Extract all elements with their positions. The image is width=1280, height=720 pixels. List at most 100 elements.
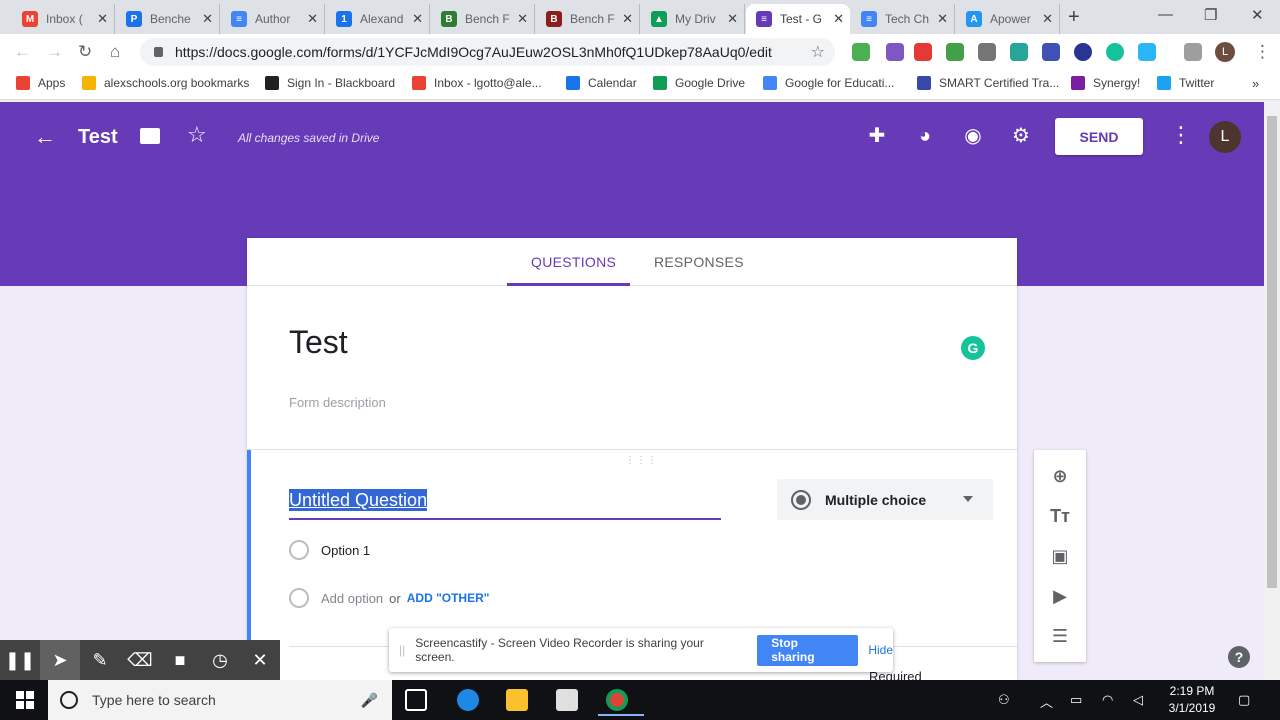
grip-icon[interactable]: ||: [399, 643, 405, 657]
page-scrollbar[interactable]: [1264, 102, 1280, 680]
browser-tab-active[interactable]: ≡ Test - G ✕: [746, 4, 850, 34]
star-icon[interactable]: ☆: [187, 122, 207, 148]
tray-overflow-icon[interactable]: ︿: [1040, 692, 1053, 711]
system-clock[interactable]: 2:19 PM 3/1/2019: [1166, 683, 1218, 717]
doc-title[interactable]: Test: [78, 126, 118, 149]
bookmark-synergy[interactable]: Synergy!: [1071, 76, 1140, 90]
browser-menu-icon[interactable]: ⋮: [1254, 42, 1271, 62]
microphone-icon[interactable]: 🎤: [361, 692, 378, 709]
bookmarks-overflow-icon[interactable]: »: [1252, 76, 1259, 91]
profile-avatar[interactable]: L: [1215, 42, 1235, 62]
browser-tab-3[interactable]: ≡ Author ✕: [221, 4, 325, 34]
extension-icon[interactable]: [1010, 43, 1028, 61]
browser-tab-6[interactable]: B Bench F ✕: [536, 4, 640, 34]
timer-icon[interactable]: ◷: [200, 640, 240, 680]
extension-icon[interactable]: [914, 43, 932, 61]
extension-icon[interactable]: [1074, 43, 1092, 61]
restore-icon[interactable]: ❐: [1204, 6, 1217, 24]
home-icon[interactable]: ⌂: [110, 42, 120, 62]
store-icon[interactable]: [556, 689, 578, 711]
tab-responses[interactable]: RESPONSES: [654, 254, 744, 270]
send-button[interactable]: SEND: [1055, 118, 1143, 155]
close-icon[interactable]: ✕: [307, 11, 318, 27]
bookmark-inbox[interactable]: Inbox - lgotto@ale...: [412, 76, 542, 90]
window-close-icon[interactable]: ✕: [1251, 6, 1264, 24]
browser-tab-4[interactable]: 1 Alexand ✕: [326, 4, 430, 34]
bookmark-drive[interactable]: Google Drive: [653, 76, 745, 90]
form-title[interactable]: Test: [289, 324, 348, 361]
bookmark-star-icon[interactable]: ☆: [811, 42, 825, 62]
browser-tab-7[interactable]: ▲ My Driv ✕: [641, 4, 745, 34]
add-other-link[interactable]: ADD "OTHER": [407, 591, 490, 605]
option-label[interactable]: Option 1: [321, 543, 370, 558]
chrome-icon[interactable]: [598, 689, 644, 716]
close-icon[interactable]: ✕: [833, 11, 844, 27]
add-video-icon[interactable]: ▶: [1048, 584, 1072, 608]
folder-icon[interactable]: [140, 128, 160, 144]
tab-questions[interactable]: QUESTIONS: [531, 254, 616, 270]
volume-icon[interactable]: ◁: [1133, 692, 1143, 708]
windows-start-icon[interactable]: [16, 691, 34, 709]
cast-icon[interactable]: [1184, 43, 1202, 61]
browser-tab-9[interactable]: ≡ Tech Ch ✕: [851, 4, 955, 34]
bookmark-google-edu[interactable]: Google for Educati...: [763, 76, 894, 90]
camera-icon[interactable]: ■: [160, 640, 200, 680]
taskbar-search[interactable]: Type here to search 🎤: [48, 680, 392, 720]
cast-icon[interactable]: [978, 43, 996, 61]
eraser-icon[interactable]: ⌫: [120, 640, 160, 680]
drag-handle-icon[interactable]: ⋮⋮⋮: [625, 455, 658, 466]
option-row[interactable]: Option 1: [289, 540, 370, 560]
scrollbar-thumb[interactable]: [1267, 116, 1277, 588]
add-title-icon[interactable]: Tт: [1048, 504, 1072, 528]
browser-tab-5[interactable]: B Bench F ✕: [431, 4, 535, 34]
bookmark-apps[interactable]: Apps: [16, 76, 65, 90]
addons-puzzle-icon[interactable]: ✚: [865, 124, 889, 148]
preview-eye-icon[interactable]: ◉: [961, 124, 985, 148]
extension-icon[interactable]: [852, 43, 870, 61]
close-icon[interactable]: ✕: [202, 11, 213, 27]
close-icon[interactable]: ✕: [622, 11, 633, 27]
extension-icon[interactable]: [1138, 43, 1156, 61]
address-bar[interactable]: https://docs.google.com/forms/d/1YCFJcMd…: [140, 38, 835, 66]
more-options-icon[interactable]: ⋮: [1170, 122, 1192, 148]
task-view-icon[interactable]: [405, 689, 427, 711]
forward-icon[interactable]: →: [46, 42, 63, 62]
pen-icon[interactable]: ✎: [80, 640, 120, 680]
battery-icon[interactable]: ▭: [1070, 692, 1082, 708]
close-icon[interactable]: ✕: [97, 11, 108, 27]
reload-icon[interactable]: ↻: [78, 42, 92, 62]
add-section-icon[interactable]: ☰: [1048, 624, 1072, 648]
minimize-icon[interactable]: —: [1158, 6, 1173, 23]
notifications-icon[interactable]: ▢: [1238, 692, 1250, 708]
edge-icon[interactable]: [457, 689, 479, 711]
bookmark-smart[interactable]: SMART Certified Tra...: [917, 76, 1059, 90]
help-icon[interactable]: ?: [1228, 646, 1250, 668]
browser-tab-1[interactable]: M Inbox ( ✕: [12, 4, 115, 34]
close-icon[interactable]: ✕: [727, 11, 738, 27]
grammarly-icon[interactable]: G: [961, 336, 985, 360]
user-avatar[interactable]: L: [1209, 121, 1241, 153]
add-question-icon[interactable]: ⊕: [1048, 464, 1072, 488]
bookmark-blackboard[interactable]: Sign In - Blackboard: [265, 76, 395, 90]
grammarly-extension-icon[interactable]: [1106, 43, 1124, 61]
close-icon[interactable]: ✕: [1042, 11, 1053, 27]
bookmark-folder[interactable]: alexschools.org bookmarks: [82, 76, 249, 90]
back-arrow-icon[interactable]: ←: [34, 124, 56, 150]
cursor-icon[interactable]: ➤: [40, 640, 80, 680]
pause-icon[interactable]: ❚❚: [0, 640, 40, 680]
extension-icon[interactable]: [886, 43, 904, 61]
bookmark-twitter[interactable]: Twitter: [1157, 76, 1214, 90]
close-icon[interactable]: ✕: [412, 11, 423, 27]
form-description-input[interactable]: Form description: [289, 395, 386, 410]
add-option-input[interactable]: Add option: [321, 591, 383, 606]
question-title-input[interactable]: Untitled Question: [289, 489, 721, 520]
bookmark-calendar[interactable]: Calendar: [566, 76, 637, 90]
question-type-dropdown[interactable]: Multiple choice: [777, 479, 993, 520]
extension-icon[interactable]: [946, 43, 964, 61]
close-icon[interactable]: ✕: [517, 11, 528, 27]
close-toolbar-icon[interactable]: ✕: [240, 640, 280, 680]
palette-icon[interactable]: ◕: [913, 124, 937, 148]
close-icon[interactable]: ✕: [937, 11, 948, 27]
new-tab-icon[interactable]: +: [1068, 6, 1080, 29]
file-explorer-icon[interactable]: [506, 689, 528, 711]
